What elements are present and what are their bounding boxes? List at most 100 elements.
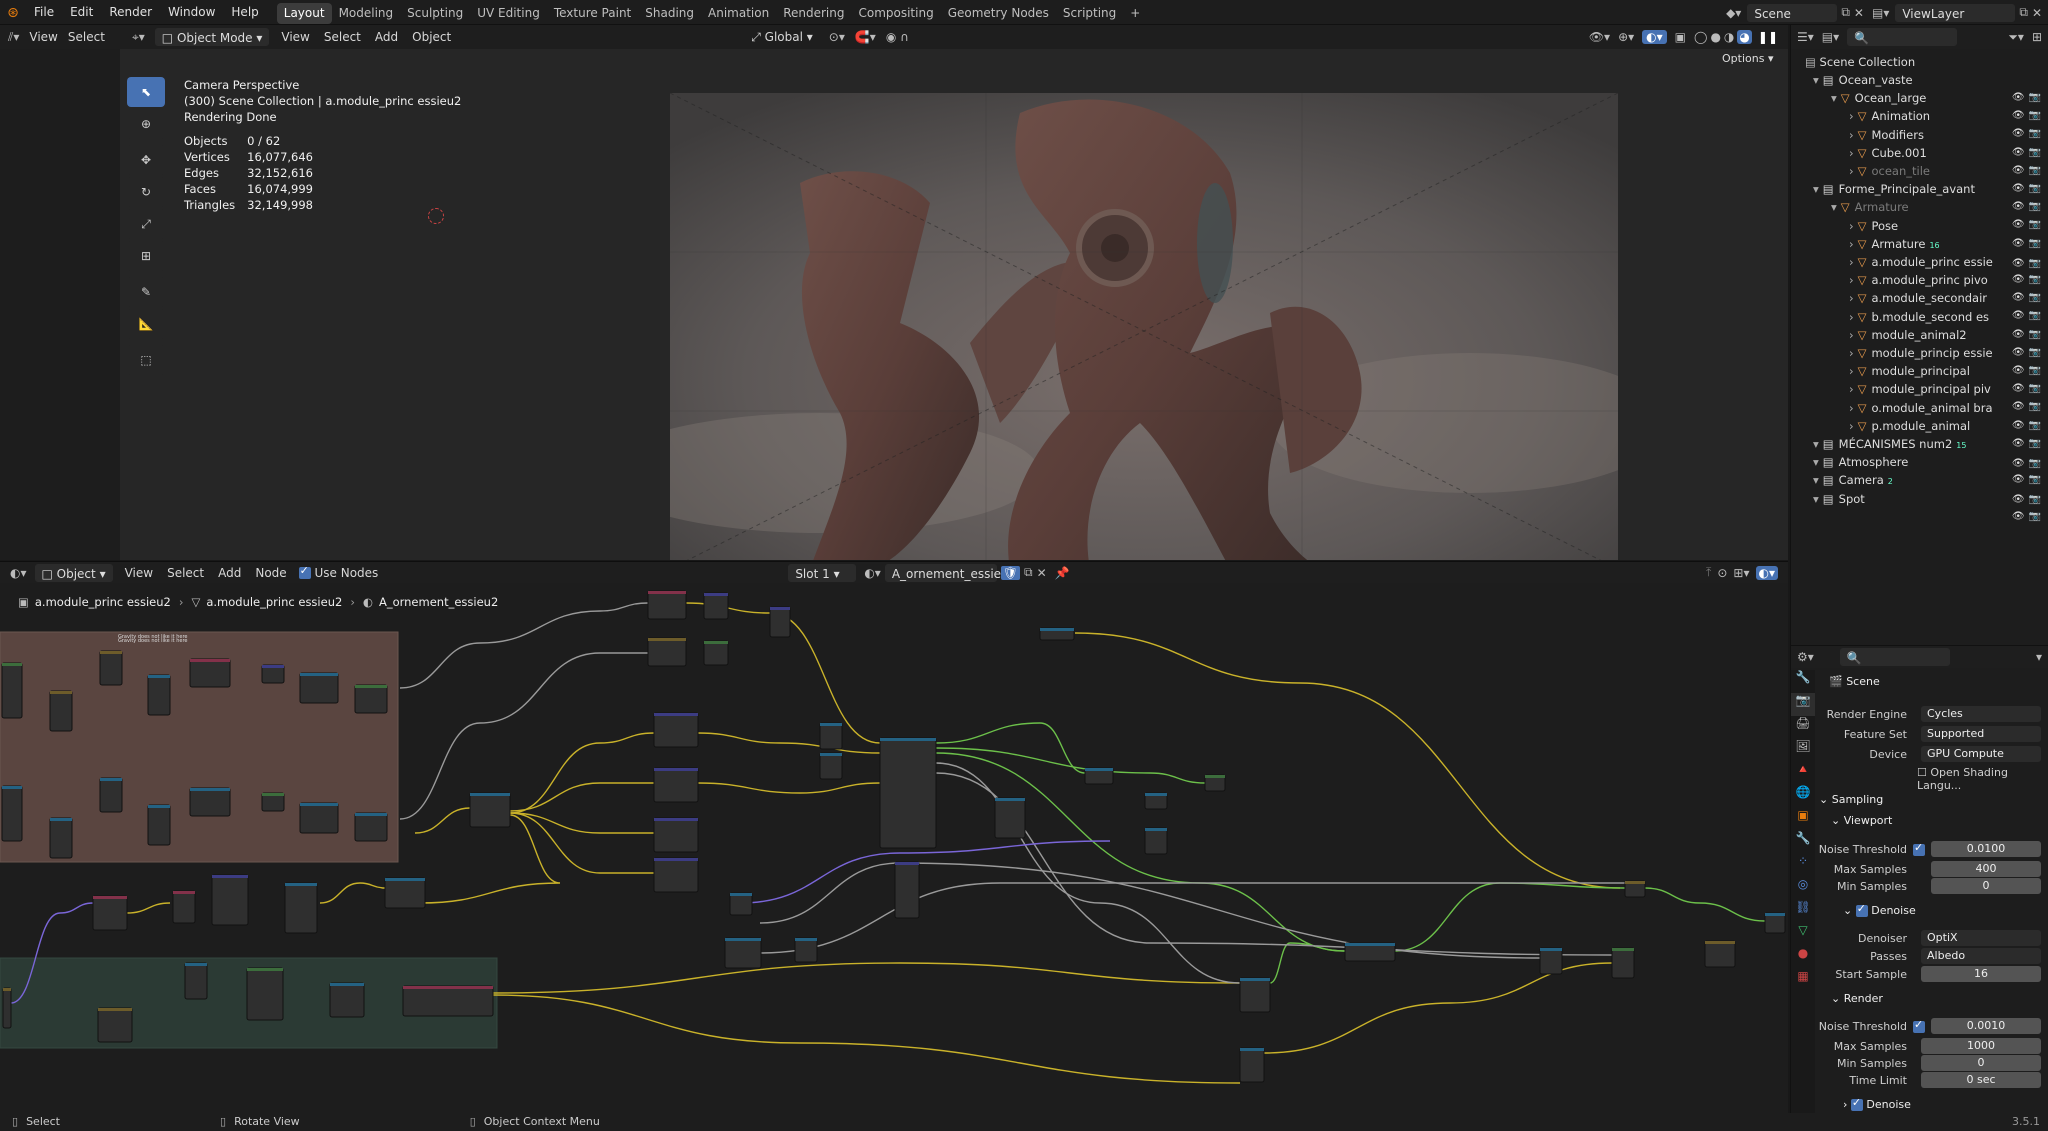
constraints-tab-icon[interactable]: ⛓ <box>1791 900 1815 923</box>
shader-node[interactable] <box>653 767 699 803</box>
passes-dropdown[interactable]: Albedo <box>1921 948 2041 964</box>
expand-arrow-icon[interactable]: › <box>1849 109 1854 123</box>
unlink-material-icon[interactable]: ✕ <box>1037 566 1047 580</box>
shader-node[interactable] <box>994 797 1026 839</box>
node-body[interactable] <box>211 874 249 926</box>
node-body[interactable] <box>354 684 388 714</box>
breadcrumb-object[interactable]: a.module_princ essieu2 <box>35 595 171 609</box>
outliner-item[interactable]: › ▽ module_principal piv 👁 📷 <box>1849 380 2048 412</box>
expand-arrow-icon[interactable]: ▾ <box>1831 200 1837 214</box>
vp-max-field[interactable]: 400 <box>1931 861 2041 877</box>
select-box-tool[interactable]: ⬉ <box>127 77 165 107</box>
shader-node[interactable] <box>1704 940 1736 968</box>
tab-uv-editing[interactable]: UV Editing <box>470 3 547 24</box>
node-body[interactable] <box>299 802 339 834</box>
shader-node[interactable] <box>647 637 687 667</box>
node-body[interactable] <box>1 662 23 719</box>
expand-arrow-icon[interactable]: ▾ <box>1813 473 1819 487</box>
use-nodes-toggle[interactable]: Use Nodes <box>298 564 378 580</box>
tool-tab-icon[interactable]: 🔧 <box>1791 670 1815 693</box>
node-select-menu[interactable]: Select <box>167 566 204 580</box>
shader-node[interactable] <box>1144 792 1168 810</box>
parent-node-icon[interactable]: ⤒ <box>1706 565 1711 580</box>
shader-node[interactable] <box>819 752 843 780</box>
shader-node[interactable] <box>99 777 123 813</box>
shader-node[interactable] <box>384 877 426 909</box>
node-body[interactable] <box>647 590 687 620</box>
tab-sculpting[interactable]: Sculpting <box>400 3 470 24</box>
node-body[interactable] <box>97 1007 133 1043</box>
modifiers-tab-icon[interactable]: 🔧 <box>1791 831 1815 854</box>
node-editor-type-icon[interactable]: ◐▾ <box>10 566 27 580</box>
feature-set-dropdown[interactable]: Supported <box>1921 726 2041 742</box>
node-body[interactable] <box>653 712 699 748</box>
shader-node[interactable] <box>729 892 753 916</box>
scene-name-field[interactable]: Scene <box>1747 3 1838 22</box>
node-body[interactable] <box>2 987 12 1029</box>
node-body[interactable] <box>729 892 753 916</box>
shading-wire-icon[interactable]: ◯ <box>1694 30 1707 44</box>
node-body[interactable] <box>147 804 171 846</box>
outliner-editor-icon[interactable]: ☰▾ <box>1797 30 1814 44</box>
3d-cursor-icon[interactable] <box>428 208 444 224</box>
expand-arrow-icon[interactable]: › <box>1849 382 1854 396</box>
tab-compositing[interactable]: Compositing <box>851 3 940 24</box>
denoise2-checkbox[interactable] <box>1850 1096 1863 1111</box>
shader-node[interactable] <box>189 787 231 817</box>
node-body[interactable] <box>402 985 494 1017</box>
r-min-field[interactable]: 0 <box>1921 1055 2041 1071</box>
duplicate-material-icon[interactable]: ⧉ <box>1024 565 1033 580</box>
node-body[interactable] <box>99 777 123 813</box>
shader-node[interactable] <box>299 802 339 834</box>
outliner-item[interactable]: › ▽ module_animal2 👁 📷 <box>1849 326 2048 358</box>
shading-rendered-icon[interactable]: ◕ <box>1737 30 1752 44</box>
outliner-item[interactable]: › ▽ p.module_animal 👁 📷 <box>1849 417 2048 449</box>
render-subpanel-header[interactable]: ⌄ Render <box>1831 992 1883 1005</box>
xray-icon[interactable]: ▣ <box>1675 30 1686 44</box>
shader-node[interactable] <box>246 967 284 1021</box>
node-body[interactable] <box>1239 1047 1265 1083</box>
node-body[interactable] <box>384 877 426 909</box>
menu-edit[interactable]: Edit <box>62 0 101 25</box>
breadcrumb-mesh[interactable]: a.module_princ essieu2 <box>206 595 342 609</box>
node-body[interactable] <box>284 882 318 934</box>
node-body[interactable] <box>769 606 791 638</box>
tab-layout[interactable]: Layout <box>276 3 332 24</box>
outliner-item[interactable]: › ▽ Animation 👁 📷 <box>1849 107 2048 139</box>
node-overlay-icon[interactable]: ◐▾ <box>1755 565 1778 580</box>
shader-node[interactable] <box>1611 947 1635 979</box>
output-tab-icon[interactable]: 🖨 <box>1791 716 1815 739</box>
shader-node-editor[interactable]: Gravity does not like it here Gravity do… <box>0 583 1788 1113</box>
node-body[interactable] <box>147 674 171 716</box>
shader-node[interactable] <box>1 785 23 842</box>
material-browse-icon[interactable]: ◐▾ <box>864 566 881 580</box>
expand-arrow-icon[interactable]: › <box>1849 164 1854 178</box>
expand-arrow-icon[interactable]: › <box>1849 364 1854 378</box>
expand-arrow-icon[interactable]: › <box>1849 219 1854 233</box>
properties-editor-icon[interactable]: ⚙▾ <box>1797 650 1814 664</box>
display-mode-icon[interactable]: ▤▾ <box>1822 30 1839 44</box>
shader-node[interactable] <box>92 895 128 931</box>
node-body[interactable] <box>329 982 365 1018</box>
pause-render-icon[interactable]: ❚❚ <box>1758 30 1778 44</box>
denoise2-subpanel-header[interactable]: › Denoise <box>1843 1096 1911 1111</box>
fake-user-icon[interactable]: 🛡 <box>1000 565 1021 580</box>
node-snap-element-icon[interactable]: ⊞▾ <box>1733 566 1749 580</box>
new-collection-icon[interactable]: ⊞ <box>2032 30 2042 44</box>
overlay-icon[interactable]: ◐▾ <box>1642 30 1667 44</box>
shader-node[interactable] <box>329 982 365 1018</box>
shader-node[interactable] <box>469 792 511 828</box>
physics-tab-icon[interactable]: ◎ <box>1791 877 1815 900</box>
shader-node[interactable] <box>653 712 699 748</box>
node-body[interactable] <box>894 861 920 919</box>
measure-tool[interactable]: 📐 <box>127 309 165 339</box>
shader-node[interactable] <box>894 861 920 919</box>
node-body[interactable] <box>1144 827 1168 855</box>
expand-arrow-icon[interactable]: ▾ <box>1813 182 1819 196</box>
shader-node[interactable] <box>1239 977 1271 1013</box>
menu-window[interactable]: Window <box>160 0 223 25</box>
node-body[interactable] <box>794 937 818 963</box>
shader-node[interactable] <box>769 606 791 638</box>
denoise-checkbox[interactable] <box>1855 902 1868 917</box>
r-noise-field[interactable]: 0.0010 <box>1931 1018 2041 1034</box>
